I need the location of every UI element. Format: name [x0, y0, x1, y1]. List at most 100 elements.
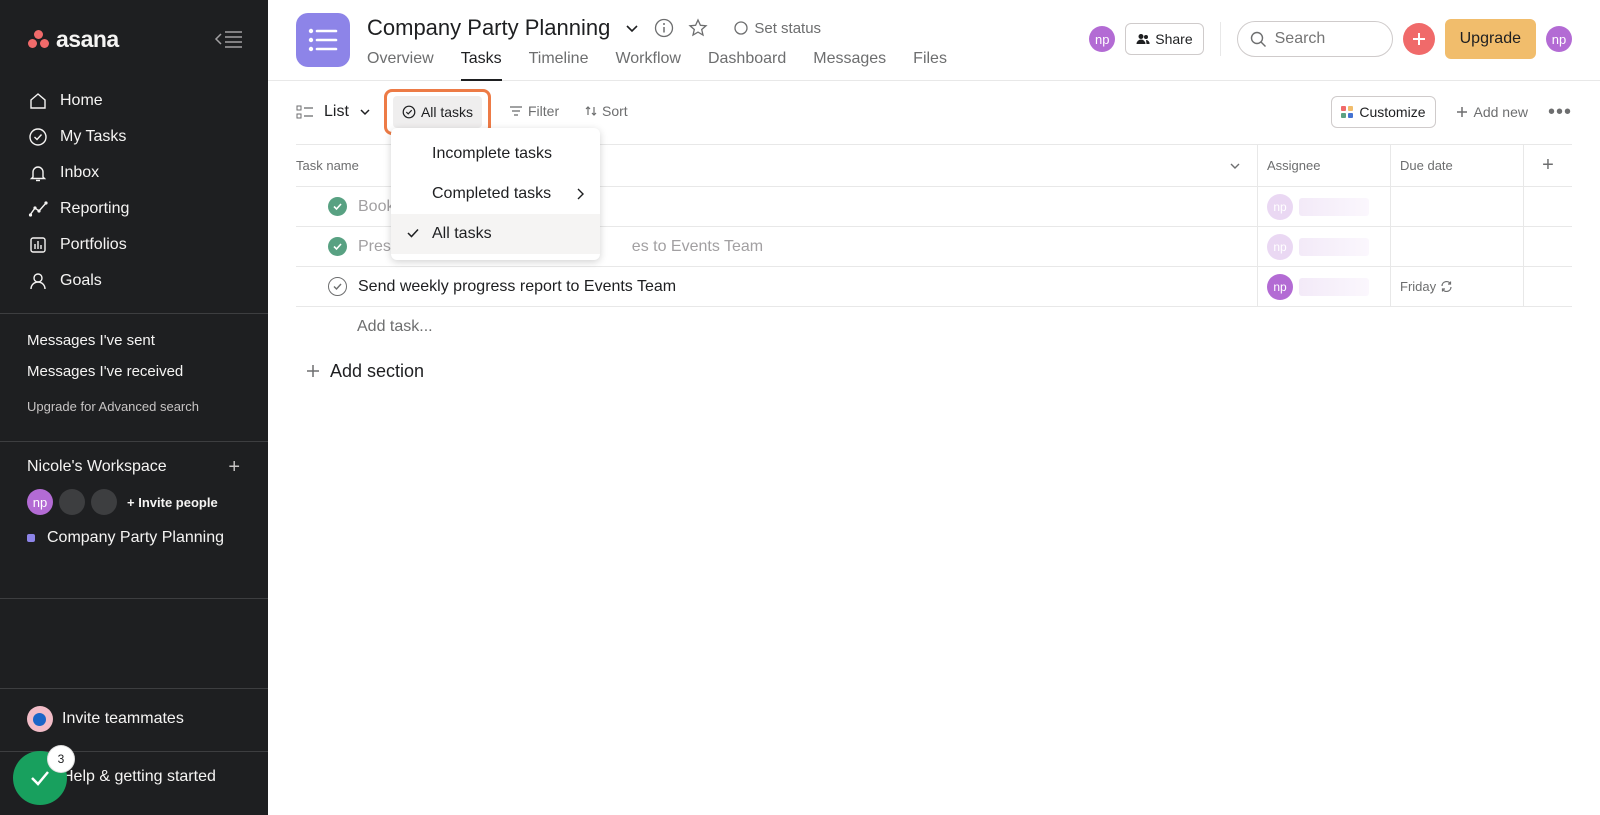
table-row[interactable]: Send weekly progress report to Events Te… — [296, 267, 1572, 307]
filter-label: Filter — [528, 103, 560, 119]
add-new-button[interactable]: Add new — [1456, 104, 1528, 120]
invite-people-label: Invite people — [138, 494, 218, 510]
logo-row: asana — [28, 26, 244, 52]
sidebar-item-inbox[interactable]: Inbox — [14, 155, 254, 191]
page-title: Company Party Planning — [367, 15, 611, 40]
asana-logo[interactable]: asana — [28, 26, 119, 53]
message-links: Messages I've sent Messages I've receive… — [27, 325, 199, 414]
sidebar-divider — [0, 313, 268, 314]
info-icon[interactable] — [654, 18, 674, 38]
sidebar-item-my-tasks[interactable]: My Tasks — [14, 119, 254, 155]
workspace-members: np + Invite people — [27, 489, 240, 515]
main-content: Company Party Planning Set status Overvi… — [268, 0, 1600, 815]
add-task-button[interactable]: Add task... — [296, 307, 1572, 347]
check-circle-icon — [29, 128, 47, 146]
project-member-avatar[interactable]: np — [1089, 26, 1116, 52]
workspace-section: Nicole's Workspace + np + Invite people … — [27, 455, 240, 551]
search-box[interactable] — [1236, 21, 1393, 57]
tab-files[interactable]: Files — [913, 50, 947, 81]
list-toolbar: List All tasks Filter Sort Customize Add… — [296, 89, 1572, 135]
upgrade-button[interactable]: Upgrade — [1444, 19, 1536, 59]
tab-overview[interactable]: Overview — [367, 50, 434, 81]
bell-icon — [29, 166, 47, 182]
due-date-cell[interactable] — [1390, 187, 1523, 226]
messages-sent-link[interactable]: Messages I've sent — [27, 325, 199, 356]
create-button[interactable] — [1402, 23, 1435, 55]
due-date-cell[interactable]: Friday — [1390, 267, 1523, 306]
task-complete-checkbox[interactable] — [328, 237, 347, 256]
assignee-avatar[interactable]: np — [1267, 273, 1293, 300]
add-section-button[interactable]: Add section — [296, 353, 1572, 389]
help-getting-started-link[interactable]: Help & getting started — [62, 768, 216, 786]
task-name[interactable]: Book — [358, 198, 394, 216]
more-options-icon[interactable]: ••• — [1548, 101, 1572, 124]
assignee-avatar[interactable]: np — [1267, 233, 1293, 260]
project-header: Company Party Planning Set status Overvi… — [268, 0, 1600, 81]
tab-timeline[interactable]: Timeline — [529, 50, 589, 81]
sidebar-divider — [0, 441, 268, 442]
tab-workflow[interactable]: Workflow — [615, 50, 681, 81]
sidebar-nav: Home My Tasks Inbox Reporting Portfolios… — [14, 83, 254, 299]
extra-cell — [1523, 187, 1572, 226]
checkmark-icon — [31, 771, 49, 786]
chevron-down-icon[interactable] — [624, 20, 640, 36]
star-icon[interactable] — [688, 18, 708, 38]
share-button[interactable]: Share — [1125, 23, 1204, 55]
assignee-name-blurred — [1299, 277, 1369, 296]
invite-teammates-icon — [27, 706, 53, 732]
add-project-icon[interactable]: + — [228, 456, 240, 479]
menu-item-incomplete-tasks[interactable]: Incomplete tasks — [391, 134, 600, 174]
sidebar-item-home[interactable]: Home — [14, 83, 254, 119]
assignee-avatar[interactable]: np — [1267, 193, 1293, 220]
plus-icon — [1456, 107, 1467, 117]
add-new-label: Add new — [1473, 104, 1528, 120]
column-header-due-date[interactable]: Due date — [1400, 158, 1453, 173]
set-status-button[interactable]: Set status — [734, 20, 821, 37]
menu-item-label: Completed tasks — [432, 185, 552, 202]
sidebar-item-reporting[interactable]: Reporting — [14, 191, 254, 227]
task-filter-dropdown: Incomplete tasks Completed tasks All tas… — [391, 128, 600, 260]
check-circle-icon — [402, 105, 416, 119]
invite-people-button[interactable]: + Invite people — [127, 495, 218, 510]
view-switcher[interactable]: List — [296, 92, 371, 132]
header-divider — [1219, 22, 1221, 56]
column-header-assignee[interactable]: Assignee — [1267, 158, 1320, 173]
filter-button[interactable]: Filter — [509, 103, 559, 119]
header-actions: np Share Upgrade np — [1089, 19, 1572, 59]
portfolio-icon — [30, 237, 46, 253]
status-circle-icon — [734, 21, 749, 35]
sidebar-item-portfolios[interactable]: Portfolios — [14, 227, 254, 263]
sort-button[interactable]: Sort — [585, 103, 628, 119]
upgrade-advanced-search-link[interactable]: Upgrade for Advanced search — [27, 399, 199, 414]
sidebar-item-goals[interactable]: Goals — [14, 263, 254, 299]
menu-item-all-tasks[interactable]: All tasks — [391, 214, 600, 254]
sidebar-item-project[interactable]: Company Party Planning — [27, 525, 240, 551]
tab-messages[interactable]: Messages — [813, 50, 886, 81]
tab-dashboard[interactable]: Dashboard — [708, 50, 786, 81]
menu-item-completed-tasks[interactable]: Completed tasks — [391, 174, 600, 214]
workspace-name[interactable]: Nicole's Workspace — [27, 458, 167, 476]
search-input[interactable] — [1274, 30, 1375, 48]
task-filter-label: All tasks — [420, 104, 474, 120]
task-name[interactable]: Send weekly progress report to Events Te… — [358, 278, 676, 296]
sidebar-item-label: My Tasks — [60, 128, 127, 145]
tab-tasks[interactable]: Tasks — [460, 50, 502, 81]
customize-button[interactable]: Customize — [1331, 96, 1436, 128]
invite-teammates-button[interactable]: Invite teammates — [27, 706, 184, 732]
avatar[interactable]: np — [27, 489, 53, 515]
plus-icon — [1412, 33, 1425, 45]
due-date-cell[interactable] — [1390, 227, 1523, 266]
user-avatar[interactable]: np — [1546, 26, 1572, 52]
project-tabs: Overview Tasks Timeline Workflow Dashboa… — [367, 50, 947, 81]
task-complete-checkbox[interactable] — [328, 277, 347, 296]
customize-icon — [1341, 106, 1354, 118]
messages-received-link[interactable]: Messages I've received — [27, 356, 199, 387]
add-column-icon[interactable]: + — [1523, 145, 1572, 186]
task-complete-checkbox[interactable] — [328, 197, 347, 216]
plus-icon — [307, 365, 319, 377]
collapse-sidebar-icon[interactable] — [214, 29, 244, 49]
share-label: Share — [1155, 31, 1193, 47]
goals-icon — [30, 273, 46, 290]
recurring-icon — [1441, 280, 1452, 293]
chevron-down-icon[interactable] — [1229, 160, 1241, 172]
